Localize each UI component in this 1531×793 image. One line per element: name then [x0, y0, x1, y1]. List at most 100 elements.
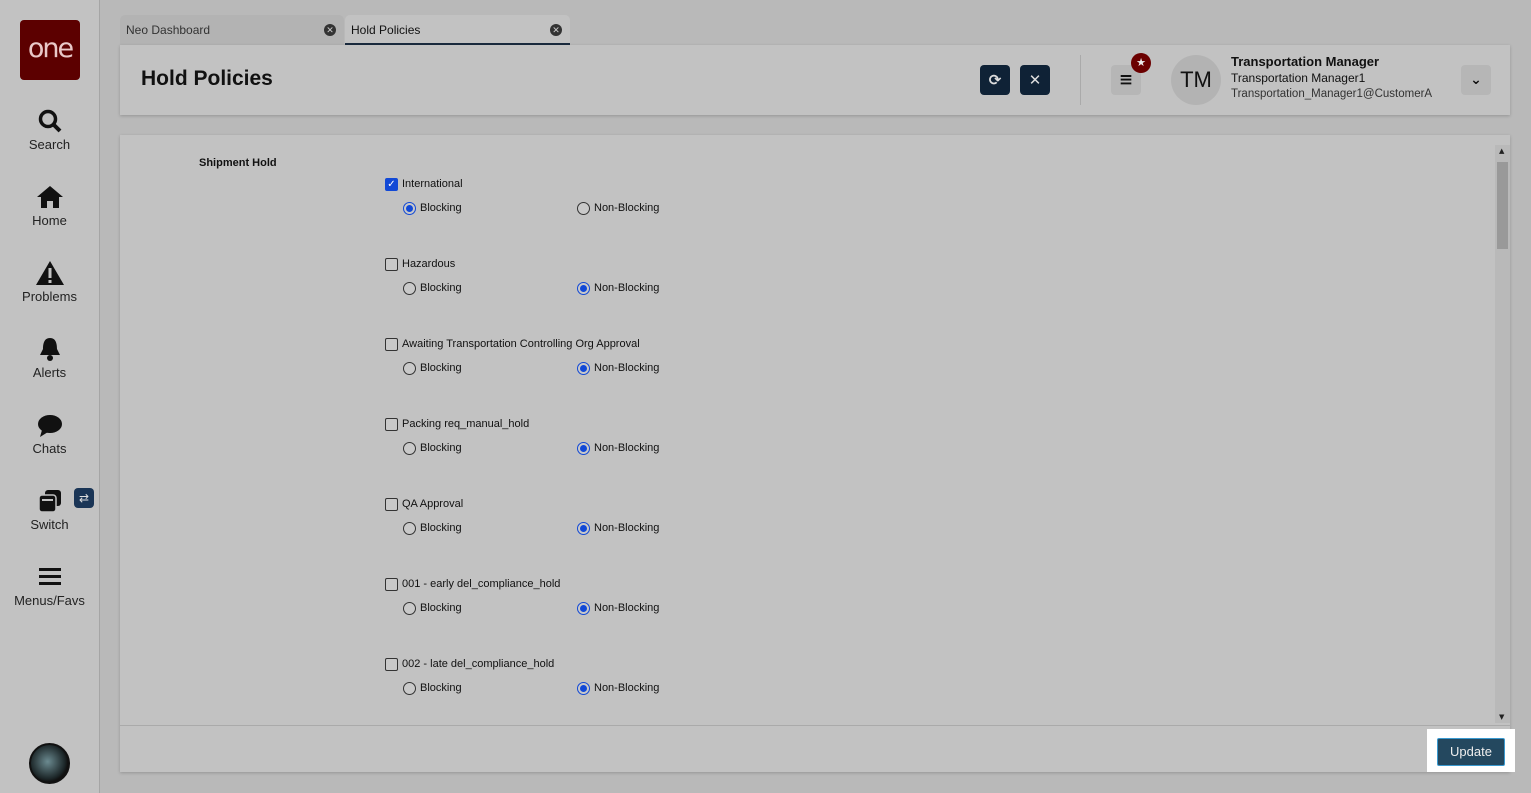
non-blocking-label: Non-Blocking	[594, 442, 660, 454]
hold-policy-item: ✓ International Blocking Non-Blocking	[385, 178, 785, 228]
blocking-radio[interactable]	[403, 202, 416, 215]
blocking-radio[interactable]	[403, 282, 416, 295]
non-blocking-radio[interactable]	[577, 442, 590, 455]
sidebar-item-problems[interactable]: Problems	[0, 260, 99, 304]
hold-policy-item: Hazardous Blocking Non-Blocking	[385, 258, 785, 308]
sidebar-item-chats[interactable]: Chats	[0, 412, 99, 456]
page-header: Hold Policies ⟳ ✕ ≡ ★ TM Transportation …	[120, 45, 1510, 115]
scroll-down-icon[interactable]: ▼	[1499, 713, 1504, 721]
scroll-up-icon[interactable]: ▲	[1499, 147, 1504, 155]
user-role: Transportation Manager1	[1231, 71, 1366, 85]
refresh-icon: ⟳	[988, 71, 1002, 89]
tab-label: Hold Policies	[351, 23, 421, 37]
policy-label: 001 - early del_compliance_hold	[402, 578, 561, 590]
blocking-radio[interactable]	[403, 602, 416, 615]
hold-policy-item: Awaiting Transportation Controlling Org …	[385, 338, 785, 388]
sidebar-item-label: Switch	[30, 517, 69, 532]
switch-icon	[37, 490, 61, 513]
tab-neo-dashboard[interactable]: Neo Dashboard ✕	[120, 15, 344, 45]
policy-checkbox[interactable]	[385, 258, 398, 271]
refresh-button[interactable]: ⟳	[980, 65, 1010, 95]
chevron-down-icon: ⌄	[1470, 72, 1482, 88]
divider	[1080, 55, 1081, 105]
non-blocking-radio[interactable]	[577, 682, 590, 695]
close-tab-icon[interactable]: ✕	[324, 24, 336, 36]
home-icon	[36, 186, 63, 208]
footer-divider	[120, 725, 1510, 726]
non-blocking-label: Non-Blocking	[594, 682, 660, 694]
one-logo[interactable]: one	[20, 20, 80, 80]
avatar[interactable]: TM	[1171, 55, 1221, 105]
sidebar-item-search[interactable]: Search	[0, 108, 99, 152]
blocking-radio[interactable]	[403, 442, 416, 455]
sidebar-item-home[interactable]: Home	[0, 184, 99, 228]
close-button[interactable]: ✕	[1020, 65, 1050, 95]
hold-policy-item: 001 - early del_compliance_hold Blocking…	[385, 578, 785, 628]
menu-icon: ≡	[1118, 70, 1134, 90]
non-blocking-label: Non-Blocking	[594, 602, 660, 614]
policy-label: 002 - late del_compliance_hold	[402, 658, 555, 670]
sidebar-item-label: Alerts	[32, 365, 67, 380]
star-icon: ★	[1131, 53, 1151, 73]
sidebar-item-label: Chats	[32, 441, 67, 456]
non-blocking-label: Non-Blocking	[594, 522, 660, 534]
user-menu-button[interactable]: ⌄	[1461, 65, 1491, 95]
blocking-label: Blocking	[420, 362, 462, 374]
sidebar-item-label: Search	[28, 137, 71, 152]
hold-policies-form: Shipment Hold ✓ International Blocking N…	[120, 135, 1510, 772]
non-blocking-radio[interactable]	[577, 202, 590, 215]
blocking-label: Blocking	[420, 442, 462, 454]
menu-icon	[38, 568, 61, 585]
policy-label: Packing req_manual_hold	[402, 418, 530, 430]
sidebar-item-menus-favs[interactable]: Menus/Favs	[0, 564, 99, 608]
policy-checkbox[interactable]	[385, 578, 398, 591]
scrollbar[interactable]: ▲ ▼	[1495, 145, 1510, 723]
switch-arrows-icon[interactable]: ⇄	[74, 488, 94, 508]
blocking-label: Blocking	[420, 282, 462, 294]
chat-icon	[37, 415, 62, 437]
user-email: Transportation_Manager1@CustomerA	[1231, 88, 1433, 100]
search-icon	[38, 109, 61, 133]
hold-policy-item: 002 - late del_compliance_hold Blocking …	[385, 658, 785, 708]
policy-label: Awaiting Transportation Controlling Org …	[402, 338, 640, 350]
close-tab-icon[interactable]: ✕	[550, 24, 562, 36]
section-title: Shipment Hold	[199, 157, 277, 169]
page-title: Hold Policies	[141, 67, 273, 90]
blocking-label: Blocking	[420, 682, 462, 694]
warning-icon	[35, 261, 64, 285]
sidebar-item-label: Menus/Favs	[14, 593, 85, 608]
blocking-label: Blocking	[420, 522, 462, 534]
non-blocking-label: Non-Blocking	[594, 202, 660, 214]
tab-hold-policies[interactable]: Hold Policies ✕	[345, 15, 570, 45]
policy-checkbox[interactable]	[385, 658, 398, 671]
non-blocking-radio[interactable]	[577, 282, 590, 295]
blocking-radio[interactable]	[403, 682, 416, 695]
sidebar-item-label: Problems	[22, 289, 77, 304]
sidebar: one Search Home Problems Alerts Chats Sw…	[0, 0, 100, 793]
non-blocking-radio[interactable]	[577, 602, 590, 615]
blocking-label: Blocking	[420, 202, 462, 214]
bell-icon	[39, 338, 60, 361]
blocking-label: Blocking	[420, 602, 462, 614]
hold-policy-item: Packing req_manual_hold Blocking Non-Blo…	[385, 418, 785, 468]
scrollbar-thumb[interactable]	[1497, 162, 1508, 249]
close-icon: ✕	[1028, 71, 1042, 89]
update-button[interactable]: Update	[1437, 738, 1505, 766]
blocking-radio[interactable]	[403, 362, 416, 375]
tab-label: Neo Dashboard	[126, 23, 211, 37]
non-blocking-label: Non-Blocking	[594, 282, 660, 294]
policy-checkbox[interactable]	[385, 338, 398, 351]
policy-checkbox[interactable]	[385, 418, 398, 431]
hold-policy-item: QA Approval Blocking Non-Blocking	[385, 498, 785, 548]
user-name: Transportation Manager	[1231, 54, 1380, 69]
policy-label: QA Approval	[402, 498, 464, 510]
policy-checkbox[interactable]	[385, 498, 398, 511]
policy-label: International	[402, 178, 463, 190]
assistant-avatar-icon[interactable]	[29, 743, 70, 784]
non-blocking-radio[interactable]	[577, 522, 590, 535]
non-blocking-radio[interactable]	[577, 362, 590, 375]
policy-checkbox[interactable]: ✓	[385, 178, 398, 191]
sidebar-item-alerts[interactable]: Alerts	[0, 336, 99, 380]
policy-label: Hazardous	[402, 258, 456, 270]
blocking-radio[interactable]	[403, 522, 416, 535]
